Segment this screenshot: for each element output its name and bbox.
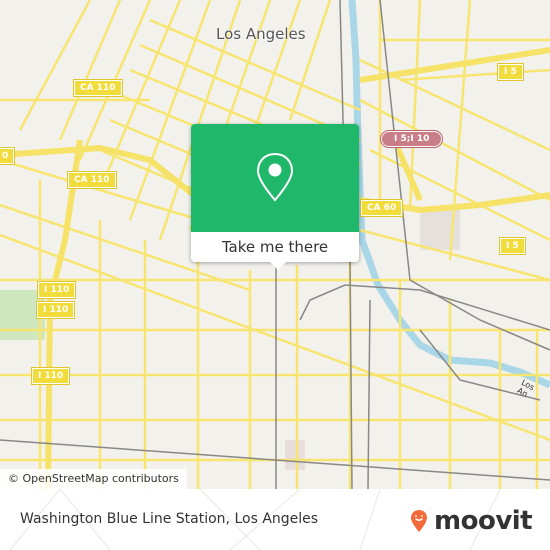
- highway-shield-i110: I 110: [36, 281, 77, 299]
- highway-shield-ca60: CA 60: [359, 199, 404, 217]
- highway-shield-i5: I 5: [497, 63, 524, 81]
- highway-shield-ca110: 0: [0, 147, 16, 165]
- popup-header: [191, 124, 359, 232]
- landuse-area: [285, 440, 305, 470]
- moovit-wordmark: moovit: [434, 506, 533, 536]
- take-me-there-button[interactable]: Take me there: [191, 232, 359, 262]
- city-label: Los Angeles: [216, 25, 306, 43]
- attribution-text: © OpenStreetMap contributors: [8, 472, 179, 485]
- footer-bar: Washington Blue Line Station, Los Angele…: [0, 489, 550, 550]
- moovit-pin-icon: [411, 510, 427, 532]
- highway-shield-i110: I 110: [30, 367, 71, 385]
- highway-shield-ca110: CA 110: [67, 171, 117, 189]
- location-popup: Take me there: [191, 124, 359, 262]
- map-attribution[interactable]: © OpenStreetMap contributors: [0, 469, 187, 489]
- popup-pointer: [270, 262, 286, 270]
- highway-shield-i5-i10: I 5;I 10: [379, 130, 444, 148]
- location-pin-icon: [256, 152, 294, 202]
- highway-shield-ca110: CA 110: [73, 79, 123, 97]
- highway-shield-i5: I 5: [499, 237, 526, 255]
- station-title: Washington Blue Line Station, Los Angele…: [20, 511, 319, 527]
- highway-shield-i110: I 110: [35, 301, 76, 319]
